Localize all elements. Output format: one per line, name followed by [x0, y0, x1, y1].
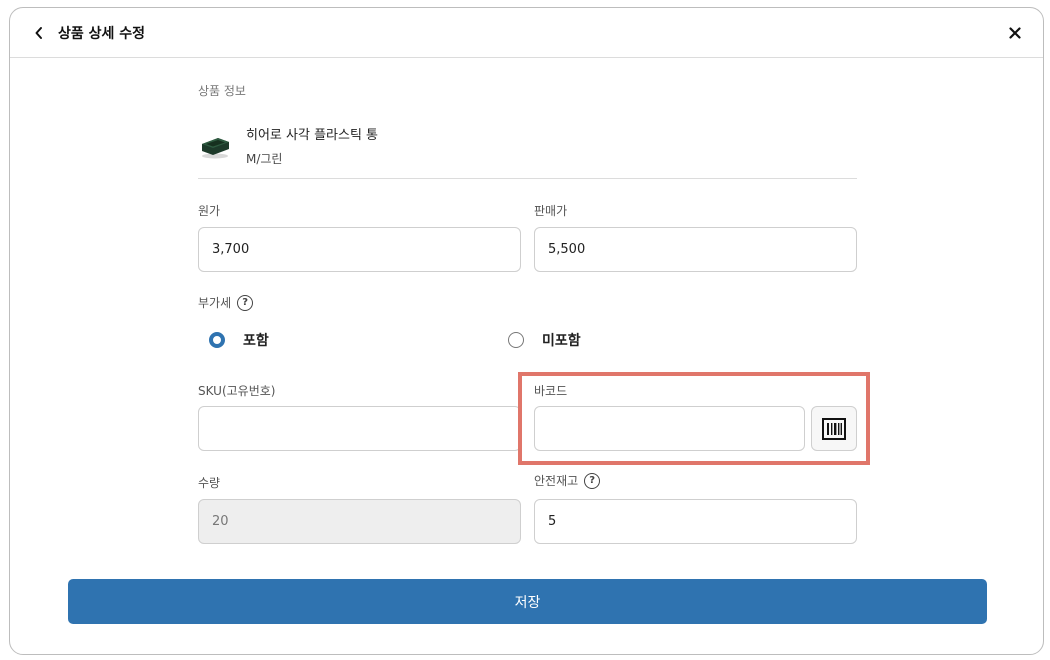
quantity-input [198, 499, 521, 544]
cost-label-text: 원가 [198, 204, 221, 218]
safety-stock-input[interactable] [534, 499, 857, 544]
safety-stock-label-text: 안전재고 [534, 474, 579, 488]
page-title: 상품 상세 수정 [58, 26, 146, 42]
quantity-label-text: 수량 [198, 476, 221, 490]
sku-label: SKU(고유번호) [198, 382, 275, 399]
safety-stock-label: 안전재고 ? [534, 472, 601, 489]
radio-unchecked-icon [508, 332, 524, 348]
quantity-label: 수량 [198, 474, 220, 491]
close-button[interactable] [1003, 21, 1027, 45]
vat-include-label: 포함 [243, 333, 269, 349]
price-label: 판매가 [534, 202, 567, 219]
save-button[interactable]: 저장 [68, 579, 987, 624]
product-thumbnail [202, 138, 229, 159]
vat-label-text: 부가세 [198, 296, 232, 310]
cost-label: 원가 [198, 202, 220, 219]
sku-input[interactable] [198, 406, 521, 451]
product-info-label: 상품 정보 [198, 84, 246, 98]
barcode-label-text: 바코드 [534, 384, 568, 398]
modal-header: 상품 상세 수정 [10, 8, 1043, 58]
barcode-input[interactable] [534, 406, 805, 451]
vat-include-radio[interactable]: 포함 [209, 330, 269, 350]
cost-input[interactable] [198, 227, 521, 272]
back-button[interactable] [28, 21, 50, 45]
barcode-label: 바코드 [534, 382, 567, 399]
help-icon[interactable]: ? [237, 294, 254, 311]
radio-checked-icon [209, 332, 225, 348]
vat-exclude-label: 미포함 [542, 333, 581, 349]
product-name: 히어로 사각 플라스틱 통 [246, 128, 378, 143]
price-input[interactable] [534, 227, 857, 272]
help-icon[interactable]: ? [584, 472, 601, 489]
divider [198, 178, 857, 179]
vat-label: 부가세 ? [198, 294, 254, 311]
barcode-icon [822, 417, 846, 440]
product-option: M/그린 [246, 152, 283, 166]
vat-exclude-radio[interactable]: 미포함 [508, 330, 581, 350]
product-edit-modal: 상품 상세 수정 상품 정보 히어로 사각 플라스틱 통 M/그린 원가 판매가… [9, 7, 1044, 655]
price-label-text: 판매가 [534, 204, 568, 218]
barcode-scan-button[interactable] [811, 406, 857, 451]
close-icon [1009, 27, 1021, 39]
sku-label-text: SKU(고유번호) [198, 384, 276, 398]
chevron-left-icon [35, 27, 42, 39]
